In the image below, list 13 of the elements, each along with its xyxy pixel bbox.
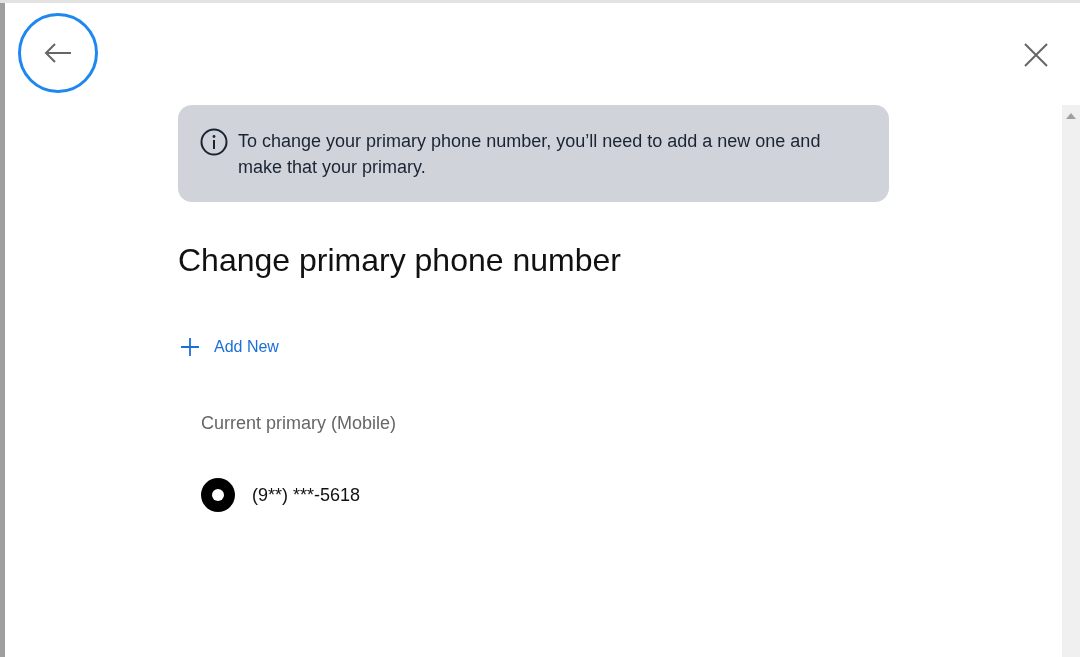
add-new-button[interactable]: Add New	[180, 337, 279, 357]
close-icon	[1024, 43, 1048, 67]
phone-number: (9**) ***-5618	[252, 484, 361, 506]
back-arrow-icon	[44, 42, 72, 64]
plus-icon	[180, 337, 200, 357]
info-icon	[200, 128, 228, 156]
scrollbar[interactable]	[1062, 105, 1080, 657]
radio-button[interactable]	[201, 478, 235, 512]
section-label: Current primary (Mobile)	[201, 413, 397, 434]
scroll-up-icon	[1066, 113, 1076, 119]
close-button[interactable]	[1022, 41, 1050, 69]
page-title: Change primary phone number	[178, 242, 621, 279]
info-text: To change your primary phone number, you’ll need to add a new one and make that your primary.	[238, 130, 822, 179]
